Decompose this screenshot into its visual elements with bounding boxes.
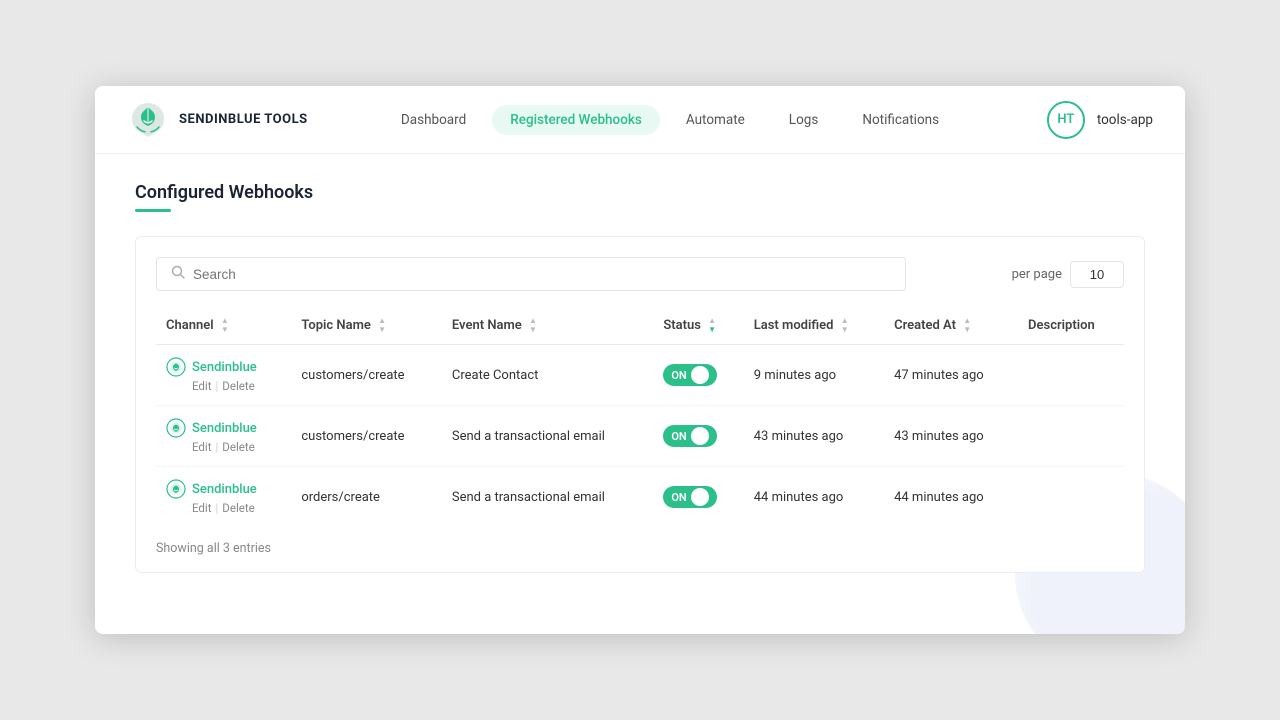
sort-channel-icon: ▲ ▼ (221, 317, 229, 334)
nav-automate[interactable]: Automate (668, 105, 763, 135)
cell-description-0 (1018, 345, 1124, 406)
delete-link[interactable]: Delete (222, 379, 254, 393)
main-nav: Dashboard Registered Webhooks Automate L… (347, 105, 993, 135)
channel-cell: Sendinblue Edit | Delete (166, 418, 281, 454)
cell-lastmod-0: 9 minutes ago (744, 345, 884, 406)
toggle-knob (691, 366, 709, 384)
cell-createdat-1: 43 minutes ago (884, 406, 1018, 467)
channel-cell: Sendinblue Edit | Delete (166, 479, 281, 515)
avatar[interactable]: HT (1047, 101, 1085, 139)
app-window: SENDINBLUE TOOLS Dashboard Registered We… (95, 86, 1185, 634)
toggle-label: ON (671, 430, 686, 443)
channel-name[interactable]: Sendinblue (192, 421, 257, 436)
sort-topic-icon: ▲ ▼ (378, 317, 386, 334)
cell-topic-1: customers/create (291, 406, 442, 467)
logo-area: SENDINBLUE TOOLS (127, 99, 347, 141)
cell-topic-0: customers/create (291, 345, 442, 406)
cell-lastmod-2: 44 minutes ago (744, 467, 884, 528)
table-row: Sendinblue Edit | Delete orders/createSe… (156, 467, 1124, 528)
channel-name[interactable]: Sendinblue (192, 482, 257, 497)
sendinblue-icon (166, 357, 186, 377)
search-box (156, 257, 906, 291)
status-toggle[interactable]: ON (663, 364, 717, 386)
nav-notifications[interactable]: Notifications (844, 105, 957, 135)
app-name-label: tools-app (1097, 112, 1153, 128)
status-toggle[interactable]: ON (663, 425, 717, 447)
sort-lastmod-icon: ▲ ▼ (841, 317, 849, 334)
col-last-modified[interactable]: Last modified ▲ ▼ (744, 309, 884, 345)
toggle-label: ON (671, 369, 686, 382)
sort-createdat-icon: ▲ ▼ (963, 317, 971, 334)
per-page-row: per page (1012, 261, 1124, 288)
action-links: Edit | Delete (192, 501, 281, 515)
action-links: Edit | Delete (192, 379, 281, 393)
toggle-knob (691, 488, 709, 506)
edit-link[interactable]: Edit (192, 501, 211, 515)
cell-description-1 (1018, 406, 1124, 467)
header: SENDINBLUE TOOLS Dashboard Registered We… (95, 86, 1185, 154)
channel-cell: Sendinblue Edit | Delete (166, 357, 281, 393)
cell-event-0: Create Contact (442, 345, 653, 406)
sort-status-icon: ▲ ▼ (708, 317, 716, 334)
search-icon (171, 265, 185, 283)
col-event-name[interactable]: Event Name ▲ ▼ (442, 309, 653, 345)
logo-text: SENDINBLUE TOOLS (179, 112, 308, 127)
cell-lastmod-1: 43 minutes ago (744, 406, 884, 467)
col-topic-name[interactable]: Topic Name ▲ ▼ (291, 309, 442, 345)
edit-link[interactable]: Edit (192, 440, 211, 454)
cell-channel-1: Sendinblue Edit | Delete (156, 406, 291, 467)
table-row: Sendinblue Edit | Delete customers/creat… (156, 345, 1124, 406)
table-container: per page Channel ▲ ▼ (135, 236, 1145, 573)
toggle-knob (691, 427, 709, 445)
cell-event-2: Send a transactional email (442, 467, 653, 528)
table-header-row: Channel ▲ ▼ Topic Name ▲ ▼ (156, 309, 1124, 345)
cell-channel-0: Sendinblue Edit | Delete (156, 345, 291, 406)
cell-status-1: ON (653, 406, 743, 467)
title-underline (135, 209, 171, 212)
cell-channel-2: Sendinblue Edit | Delete (156, 467, 291, 528)
search-row: per page (156, 257, 1124, 291)
cell-event-1: Send a transactional email (442, 406, 653, 467)
nav-dashboard[interactable]: Dashboard (383, 105, 484, 135)
logo-icon (127, 99, 169, 141)
per-page-label: per page (1012, 267, 1062, 282)
channel-name-row: Sendinblue (166, 418, 281, 438)
cell-description-2 (1018, 467, 1124, 528)
cell-createdat-2: 44 minutes ago (884, 467, 1018, 528)
delete-link[interactable]: Delete (222, 501, 254, 515)
sendinblue-icon (166, 418, 186, 438)
table-row: Sendinblue Edit | Delete customers/creat… (156, 406, 1124, 467)
status-toggle[interactable]: ON (663, 486, 717, 508)
delete-link[interactable]: Delete (222, 440, 254, 454)
per-page-input[interactable] (1070, 261, 1124, 288)
search-input[interactable] (193, 267, 891, 282)
col-description: Description (1018, 309, 1124, 345)
cell-topic-2: orders/create (291, 467, 442, 528)
nav-registered-webhooks[interactable]: Registered Webhooks (492, 105, 660, 135)
cell-status-0: ON (653, 345, 743, 406)
cell-status-2: ON (653, 467, 743, 528)
sort-event-icon: ▲ ▼ (529, 317, 537, 334)
showing-text: Showing all 3 entries (156, 541, 1124, 556)
main-content: Configured Webhooks per page (95, 154, 1185, 634)
action-links: Edit | Delete (192, 440, 281, 454)
page-title: Configured Webhooks (135, 182, 1145, 203)
header-right: HT tools-app (993, 101, 1153, 139)
edit-link[interactable]: Edit (192, 379, 211, 393)
channel-name-row: Sendinblue (166, 357, 281, 377)
col-status[interactable]: Status ▲ ▼ (653, 309, 743, 345)
col-channel[interactable]: Channel ▲ ▼ (156, 309, 291, 345)
channel-name-row: Sendinblue (166, 479, 281, 499)
cell-createdat-0: 47 minutes ago (884, 345, 1018, 406)
webhooks-table: Channel ▲ ▼ Topic Name ▲ ▼ (156, 309, 1124, 527)
toggle-label: ON (671, 491, 686, 504)
sendinblue-icon (166, 479, 186, 499)
col-created-at[interactable]: Created At ▲ ▼ (884, 309, 1018, 345)
nav-logs[interactable]: Logs (771, 105, 837, 135)
channel-name[interactable]: Sendinblue (192, 360, 257, 375)
